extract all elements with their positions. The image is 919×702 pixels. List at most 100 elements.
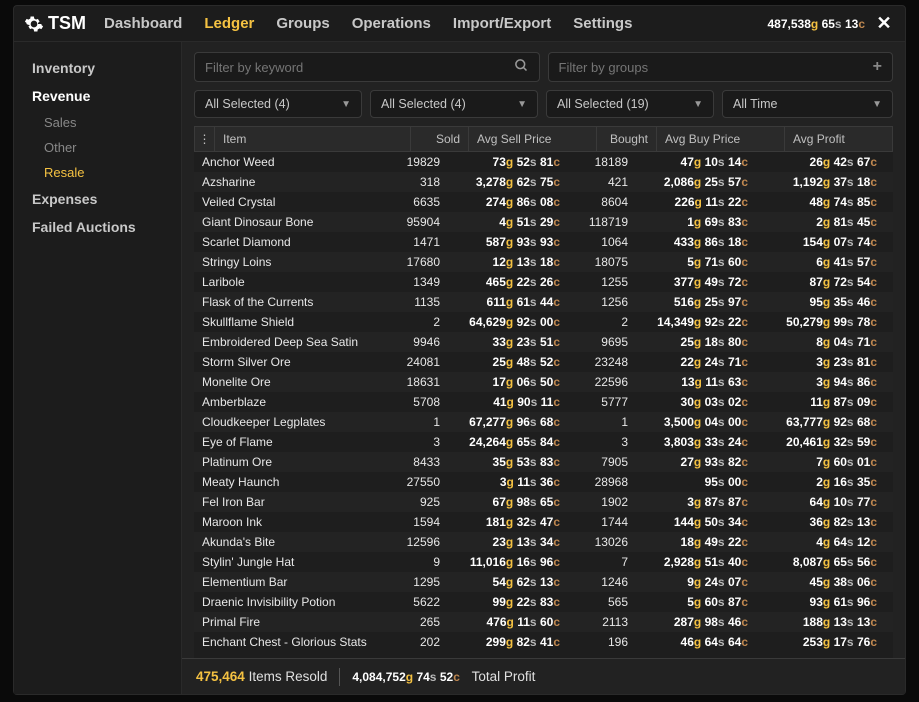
table-row[interactable]: Draenic Invisibility Potion562299g 22s 8…: [194, 592, 893, 612]
avg-sell: 33g 23s 51c: [448, 335, 576, 349]
col-avg-buy[interactable]: Avg Buy Price: [657, 127, 785, 151]
avg-sell: 11,016g 16s 96c: [448, 555, 576, 569]
filter-dropdown-2[interactable]: All Selected (4)▼: [370, 90, 538, 118]
keyword-filter[interactable]: [194, 52, 540, 82]
app-logo: TSM: [24, 13, 86, 34]
item-name: Giant Dinosaur Bone: [194, 215, 390, 229]
table-row[interactable]: Embroidered Deep Sea Satin994633g 23s 51…: [194, 332, 893, 352]
avg-profit: 2g 81s 45c: [764, 215, 893, 229]
avg-buy: 3g 87s 87c: [636, 495, 764, 509]
table-row[interactable]: Laribole1349465g 22s 26c1255377g 49s 72c…: [194, 272, 893, 292]
column-menu-icon[interactable]: ⋮: [195, 127, 215, 151]
col-item[interactable]: Item: [215, 127, 411, 151]
table-row[interactable]: Veiled Crystal6635274g 86s 08c8604226g 1…: [194, 192, 893, 212]
avg-sell: 465g 22s 26c: [448, 275, 576, 289]
item-name: Stylin' Jungle Hat: [194, 555, 390, 569]
sold-qty: 5708: [390, 395, 448, 409]
table-row[interactable]: Stringy Loins1768012g 13s 18c180755g 71s…: [194, 252, 893, 272]
table-body[interactable]: Anchor Weed1982973g 52s 81c1818947g 10s …: [194, 152, 893, 658]
bought-qty: 118719: [576, 215, 636, 229]
avg-buy: 5g 60s 87c: [636, 595, 764, 609]
table-row[interactable]: Amberblaze570841g 90s 11c577730g 03s 02c…: [194, 392, 893, 412]
table-row[interactable]: Elementium Bar129554g 62s 13c12469g 24s …: [194, 572, 893, 592]
titlebar: TSM Dashboard Ledger Groups Operations Impor…: [14, 6, 905, 42]
close-button[interactable]: ✕: [873, 13, 895, 35]
bought-qty: 421: [576, 175, 636, 189]
sidebar-item-expenses[interactable]: Expenses: [14, 185, 181, 213]
nav-ledger[interactable]: Ledger: [204, 15, 254, 32]
bought-qty: 565: [576, 595, 636, 609]
resale-table: ⋮ Item Sold Avg Sell Price Bought Avg Bu…: [194, 126, 893, 658]
table-row[interactable]: Enchant Chest - Glorious Stats202299g 82…: [194, 632, 893, 652]
avg-profit: 64g 10s 77c: [764, 495, 893, 509]
table-row[interactable]: Maroon Ink1594181g 32s 47c1744144g 50s 3…: [194, 512, 893, 532]
filter-dropdown-1[interactable]: All Selected (4)▼: [194, 90, 362, 118]
table-row[interactable]: Akunda's Bite1259623g 13s 34c1302618g 49…: [194, 532, 893, 552]
avg-sell: 25g 48s 52c: [448, 355, 576, 369]
table-row[interactable]: Giant Dinosaur Bone959044g 51s 29c118719…: [194, 212, 893, 232]
nav-operations[interactable]: Operations: [352, 15, 431, 32]
nav-settings[interactable]: Settings: [573, 15, 632, 32]
table-row[interactable]: Monelite Ore1863117g 06s 50c2259613g 11s…: [194, 372, 893, 392]
keyword-input[interactable]: [205, 60, 514, 75]
sold-qty: 1471: [390, 235, 448, 249]
avg-buy: 2,086g 25s 57c: [636, 175, 764, 189]
sidebar-item-failed-auctions[interactable]: Failed Auctions: [14, 213, 181, 241]
table-row[interactable]: Skullflame Shield264,629g 92s 00c214,349…: [194, 312, 893, 332]
nav-groups[interactable]: Groups: [276, 15, 329, 32]
item-name: Cloudkeeper Legplates: [194, 415, 390, 429]
avg-buy: 9g 24s 07c: [636, 575, 764, 589]
main-panel: + All Selected (4)▼ All Selected (4)▼ Al…: [182, 42, 905, 694]
sidebar-item-sales[interactable]: Sales: [14, 110, 181, 135]
col-sold[interactable]: Sold: [411, 127, 469, 151]
avg-buy: 27g 93s 82c: [636, 455, 764, 469]
table-row[interactable]: Scarlet Diamond1471587g 93s 93c1064433g …: [194, 232, 893, 252]
nav-importexport[interactable]: Import/Export: [453, 15, 551, 32]
table-row[interactable]: Meaty Haunch275503g 11s 36c2896895s 00c2…: [194, 472, 893, 492]
sidebar-item-revenue[interactable]: Revenue: [14, 82, 181, 110]
sold-qty: 24081: [390, 355, 448, 369]
filter-dropdown-time[interactable]: All Time▼: [722, 90, 893, 118]
avg-profit: 3g 94s 86c: [764, 375, 893, 389]
total-profit: 4,084,752g 74s 52c: [352, 670, 460, 684]
table-row[interactable]: Fel Iron Bar92567g 98s 65c19023g 87s 87c…: [194, 492, 893, 512]
avg-sell: 99g 22s 83c: [448, 595, 576, 609]
avg-profit: 36g 82s 13c: [764, 515, 893, 529]
nav-dashboard[interactable]: Dashboard: [104, 15, 182, 32]
bought-qty: 1744: [576, 515, 636, 529]
window-body: InventoryRevenueSalesOtherResaleExpenses…: [14, 42, 905, 694]
avg-profit: 63,777g 92s 68c: [764, 415, 893, 429]
item-name: Primal Fire: [194, 615, 390, 629]
sidebar-item-other[interactable]: Other: [14, 135, 181, 160]
col-bought[interactable]: Bought: [597, 127, 657, 151]
plus-icon[interactable]: +: [873, 58, 882, 76]
table-row[interactable]: Storm Silver Ore2408125g 48s 52c2324822g…: [194, 352, 893, 372]
groups-input[interactable]: [559, 60, 873, 75]
filter-dropdown-3[interactable]: All Selected (19)▼: [546, 90, 714, 118]
table-row[interactable]: Cloudkeeper Legplates167,277g 96s 68c13,…: [194, 412, 893, 432]
avg-sell: 54g 62s 13c: [448, 575, 576, 589]
col-avg-profit[interactable]: Avg Profit: [785, 127, 892, 151]
bought-qty: 1256: [576, 295, 636, 309]
avg-sell: 611g 61s 44c: [448, 295, 576, 309]
avg-sell: 12g 13s 18c: [448, 255, 576, 269]
table-row[interactable]: Platinum Ore843335g 53s 83c790527g 93s 8…: [194, 452, 893, 472]
wallet-amount: 487,538g 65s 13c: [767, 17, 865, 31]
table-row[interactable]: Flask of the Currents1135611g 61s 44c125…: [194, 292, 893, 312]
avg-profit: 8g 04s 71c: [764, 335, 893, 349]
avg-profit: 20,461g 32s 59c: [764, 435, 893, 449]
table-row[interactable]: Anchor Weed1982973g 52s 81c1818947g 10s …: [194, 152, 893, 172]
table-row[interactable]: Azsharine3183,278g 62s 75c4212,086g 25s …: [194, 172, 893, 192]
col-avg-sell[interactable]: Avg Sell Price: [469, 127, 597, 151]
bought-qty: 1902: [576, 495, 636, 509]
table-row[interactable]: Primal Fire265476g 11s 60c2113287g 98s 4…: [194, 612, 893, 632]
sidebar-item-inventory[interactable]: Inventory: [14, 54, 181, 82]
table-row[interactable]: Stylin' Jungle Hat911,016g 16s 96c72,928…: [194, 552, 893, 572]
avg-sell: 17g 06s 50c: [448, 375, 576, 389]
table-row[interactable]: Eye of Flame324,264g 65s 84c33,803g 33s …: [194, 432, 893, 452]
avg-profit: 7g 60s 01c: [764, 455, 893, 469]
item-name: Laribole: [194, 275, 390, 289]
sidebar-item-resale[interactable]: Resale: [14, 160, 181, 185]
groups-filter[interactable]: +: [548, 52, 894, 82]
avg-sell: 181g 32s 47c: [448, 515, 576, 529]
